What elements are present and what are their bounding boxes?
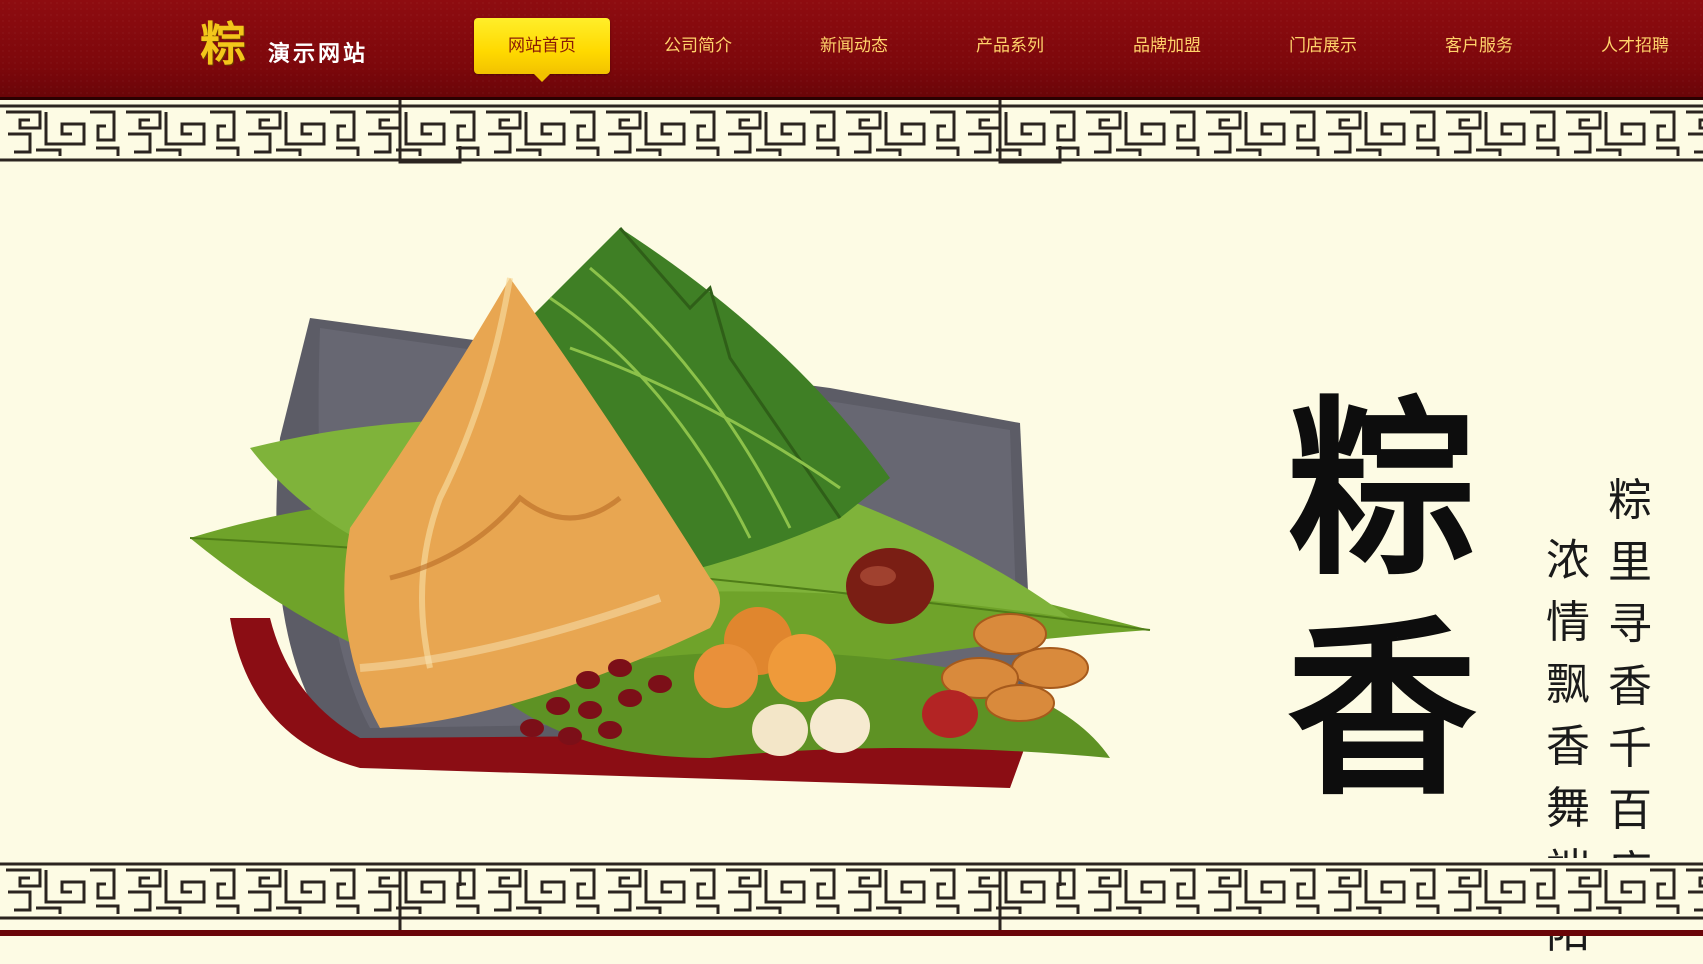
nav-item-careers[interactable]: 人才招聘 [1567,18,1703,74]
poem-char: 寻 [1608,599,1652,650]
footer-edge [0,930,1703,936]
poem-char: 浓 [1546,535,1590,586]
main-nav: 网站首页 公司简介 新闻动态 产品系列 品牌加盟 门店展示 客户服务 人才招聘 [470,18,1703,82]
poem-char: 百 [1608,785,1652,836]
banner-title-char: 粽 [1286,378,1477,601]
poem-char: 里 [1608,537,1652,588]
nav-item-news[interactable]: 新闻动态 [786,18,922,74]
poem-line-1: 粽 里 寻 香 千 百 度 [1600,470,1660,904]
zongzi-illustration [190,227,1151,788]
fret-border-top [0,100,1703,170]
nav-item-franchise[interactable]: 品牌加盟 [1099,18,1235,74]
site-logo[interactable]: 粽 演示网站 [200,18,400,74]
logo-glyph: 粽 [200,17,246,71]
poem-char: 千 [1608,723,1652,774]
poem-char: 情 [1546,597,1590,648]
nav-item-about[interactable]: 公司简介 [630,18,766,74]
banner-title-char: 香 [1286,598,1477,821]
hero-banner: 粽 香 粽 里 寻 香 千 百 度 浓 情 飘 香 舞 端 阳 [0,170,1703,958]
poem-char: 粽 [1608,475,1652,526]
poem-char: 飘 [1546,659,1590,710]
poem-char: 舞 [1546,783,1590,834]
nav-item-products[interactable]: 产品系列 [942,18,1078,74]
nav-item-stores[interactable]: 门店展示 [1255,18,1391,74]
site-header: 粽 演示网站 网站首页 公司简介 新闻动态 产品系列 品牌加盟 门店展示 客户服… [0,0,1703,100]
fret-border-bottom [0,858,1703,936]
nav-item-home[interactable]: 网站首页 [474,18,610,82]
poem-char: 香 [1608,661,1652,712]
nav-item-service[interactable]: 客户服务 [1411,18,1547,74]
poem-char: 香 [1546,721,1590,772]
logo-text: 演示网站 [268,42,369,67]
banner-title: 粽 香 [1262,380,1502,820]
